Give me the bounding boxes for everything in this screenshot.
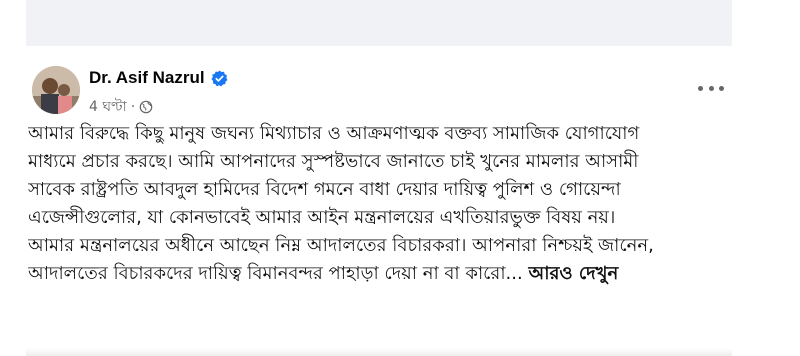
- post-text-last-line: আদালতের বিচারকদের দায়িত্ব বিমানবন্দর পা…: [28, 260, 732, 288]
- more-dot: [719, 85, 724, 91]
- post-text-line: এজেন্সীগুলোর, যা কোনভাবেই আমার আইন মন্ত্…: [28, 207, 616, 228]
- post-text: আমার বিরুদ্ধে কিছু মানুষ জঘন্য মিথ্যাচার…: [28, 120, 732, 288]
- post-text-line: আমার বিরুদ্ধে কিছু মানুষ জঘন্য মিথ্যাচার…: [28, 123, 640, 144]
- more-dot: [708, 85, 714, 91]
- see-more-link[interactable]: আরও দেখুন: [528, 263, 618, 284]
- post-text-line: আদালতের বিচারকদের দায়িত্ব বিমানবন্দর পা…: [28, 263, 523, 284]
- post-author: Dr. Asif Nazrul: [89, 68, 228, 88]
- globe-icon[interactable]: [139, 100, 153, 114]
- author-name[interactable]: Dr. Asif Nazrul: [89, 68, 205, 88]
- post-meta: 4 ঘণ্টা ·: [89, 95, 153, 119]
- more-options-icon[interactable]: [698, 80, 724, 96]
- meta-separator: ·: [130, 99, 136, 115]
- avatar[interactable]: [32, 66, 80, 114]
- more-dot: [698, 85, 703, 91]
- verified-badge-icon: [211, 70, 228, 87]
- post-text-line: মাধ্যমে প্রচার করছে। আমি আপনাদের সুস্পষ্…: [28, 151, 639, 172]
- post-text-line: সাবেক রাষ্ট্রপতি আবদুল হামিদের বিদেশ গমন…: [28, 179, 621, 200]
- card-bottom-edge: [26, 348, 732, 356]
- avatar-photo: [32, 66, 80, 114]
- post-timestamp[interactable]: 4 ঘণ্টা: [89, 95, 127, 119]
- feed-background: [26, 0, 732, 46]
- post-text-line: আমার মন্ত্রনালয়ের অধীনে আছেন নিম্ন আদাল…: [28, 235, 654, 256]
- post-card: Dr. Asif Nazrul 4 ঘণ্টা · আমার বিরুদ্ধে …: [26, 52, 732, 356]
